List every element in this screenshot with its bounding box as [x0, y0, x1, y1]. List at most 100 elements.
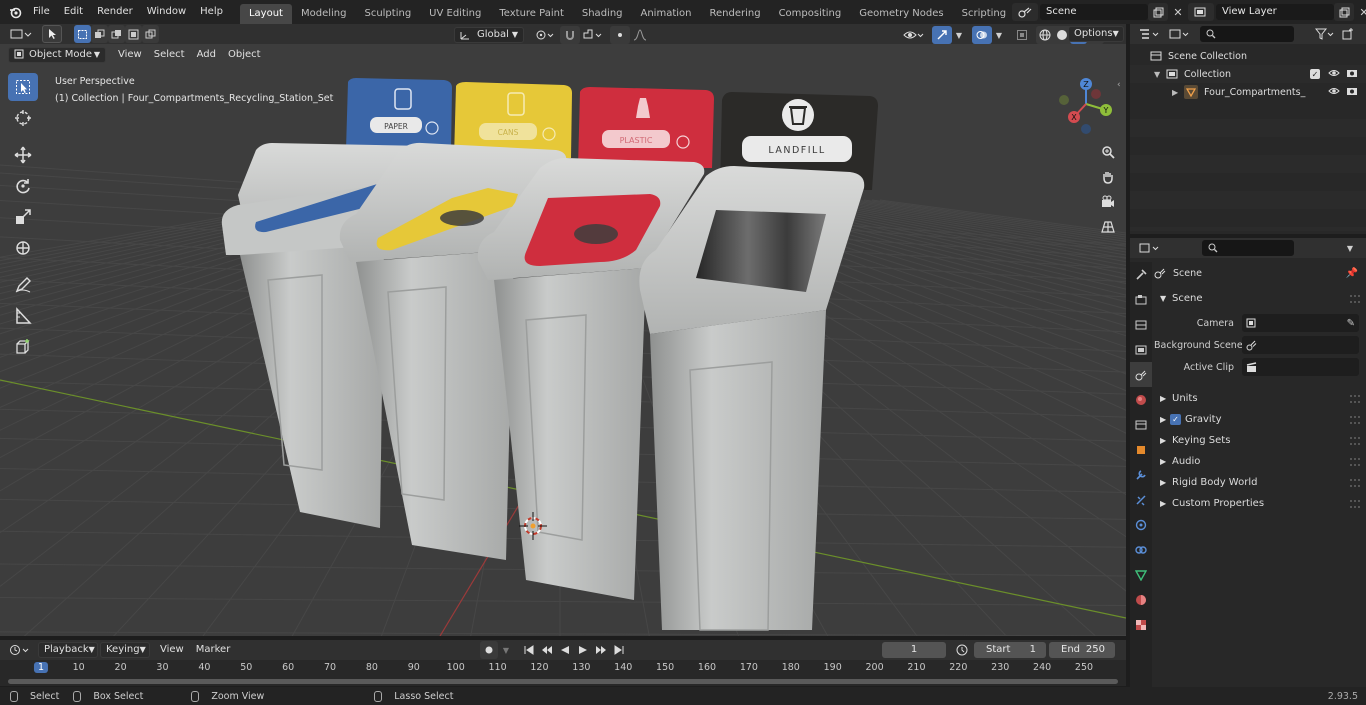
rotate-tool[interactable]: [8, 172, 38, 200]
timeline-menu-marker[interactable]: Marker: [190, 642, 237, 658]
scene-name-field[interactable]: Scene: [1040, 4, 1148, 20]
custom-properties-panel-header[interactable]: ▶ Custom Properties: [1154, 493, 1366, 514]
particles-tab-icon[interactable]: [1130, 487, 1152, 512]
transform-orientation-dropdown[interactable]: Global ▼: [454, 27, 524, 43]
constraints-tab-icon[interactable]: [1130, 537, 1152, 562]
menu-edit[interactable]: Edit: [57, 2, 90, 22]
snap-target-icon[interactable]: [580, 26, 606, 44]
drag-handle-icon[interactable]: [1350, 499, 1360, 508]
jump-keyframe-forward-icon[interactable]: [592, 641, 610, 659]
zoom-icon[interactable]: [1097, 141, 1119, 163]
scale-tool[interactable]: [8, 203, 38, 231]
cursor-tool[interactable]: [8, 104, 38, 132]
tab-shading[interactable]: Shading: [573, 4, 632, 24]
outliner-search-input[interactable]: [1200, 26, 1294, 42]
timeline-scrollbar[interactable]: [8, 679, 1118, 684]
overlays-toggle-icon[interactable]: [972, 26, 992, 44]
new-view-layer-icon[interactable]: [1334, 3, 1354, 21]
select-subtract-icon[interactable]: [108, 25, 125, 43]
snap-icon[interactable]: [560, 26, 580, 44]
object-mode-dropdown[interactable]: Object Mode ▼: [8, 46, 106, 63]
tab-geometry-nodes[interactable]: Geometry Nodes: [850, 4, 952, 24]
current-frame-field[interactable]: 1: [882, 642, 946, 658]
scene-tab-icon[interactable]: [1130, 362, 1152, 387]
jump-start-icon[interactable]: [520, 641, 538, 659]
drag-handle-icon[interactable]: [1350, 415, 1360, 424]
gizmo-options-icon[interactable]: ▼: [952, 26, 966, 44]
texture-tab-icon[interactable]: [1130, 612, 1152, 637]
select-new-icon[interactable]: [74, 25, 91, 43]
move-tool[interactable]: [8, 141, 38, 169]
pin-icon[interactable]: 📌: [1346, 268, 1358, 279]
menu-window[interactable]: Window: [140, 2, 193, 22]
auto-key-options-icon[interactable]: ▼: [499, 641, 513, 659]
units-panel-header[interactable]: ▶ Units: [1154, 388, 1366, 409]
gravity-panel-header[interactable]: ▶ ✓ Gravity: [1154, 409, 1366, 430]
drag-handle-icon[interactable]: [1350, 394, 1360, 403]
timeline-menu-view[interactable]: View: [154, 642, 190, 658]
render-tab-icon[interactable]: [1130, 287, 1152, 312]
outliner-editor-type-icon[interactable]: [1136, 25, 1164, 43]
data-tab-icon[interactable]: [1130, 562, 1152, 587]
xray-toggle-icon[interactable]: [1012, 26, 1032, 44]
select-invert-icon[interactable]: [125, 25, 142, 43]
exclude-checkbox-icon[interactable]: ✓: [1310, 69, 1320, 79]
active-clip-field[interactable]: [1242, 358, 1359, 376]
viewport-menu-add[interactable]: Add: [191, 47, 222, 63]
jump-end-icon[interactable]: [610, 641, 628, 659]
wireframe-shading-icon[interactable]: [1036, 26, 1053, 44]
pivot-point-icon[interactable]: [532, 26, 558, 44]
tab-uv-editing[interactable]: UV Editing: [420, 4, 490, 24]
display-mode-icon[interactable]: [1166, 25, 1194, 43]
visibility-eye-icon[interactable]: [1328, 86, 1340, 99]
tab-texture-paint[interactable]: Texture Paint: [490, 4, 573, 24]
options-dropdown[interactable]: Options ▼: [1068, 26, 1124, 42]
render-camera-icon[interactable]: [1346, 86, 1358, 99]
proportional-edit-icon[interactable]: [610, 26, 630, 44]
menu-render[interactable]: Render: [90, 2, 140, 22]
viewport-menu-select[interactable]: Select: [148, 47, 191, 63]
background-scene-field[interactable]: [1242, 336, 1359, 354]
transform-tool[interactable]: [8, 234, 38, 262]
collection-tab-icon[interactable]: [1130, 412, 1152, 437]
end-frame-field[interactable]: End 250: [1049, 642, 1115, 658]
camera-view-icon[interactable]: [1097, 191, 1119, 213]
gravity-checkbox[interactable]: ✓: [1170, 414, 1181, 425]
overlays-options-icon[interactable]: ▼: [992, 26, 1006, 44]
tab-animation[interactable]: Animation: [632, 4, 701, 24]
navigation-gizmo[interactable]: Z Y X: [1052, 74, 1116, 138]
start-frame-field[interactable]: Start 1: [974, 642, 1046, 658]
camera-field[interactable]: ✎: [1242, 314, 1359, 332]
visibility-icon[interactable]: [900, 26, 928, 44]
drag-handle-icon[interactable]: [1350, 478, 1360, 487]
world-tab-icon[interactable]: [1130, 387, 1152, 412]
scene-browse-icon[interactable]: [1012, 3, 1038, 21]
add-cube-tool[interactable]: [8, 333, 38, 361]
properties-options-icon[interactable]: ▼: [1340, 239, 1360, 257]
new-collection-icon[interactable]: [1338, 25, 1358, 43]
perspective-toggle-icon[interactable]: [1097, 216, 1119, 238]
material-tab-icon[interactable]: [1130, 587, 1152, 612]
tool-tab-icon[interactable]: [1130, 262, 1152, 287]
keying-sets-panel-header[interactable]: ▶ Keying Sets: [1154, 430, 1366, 451]
sidebar-toggle-icon[interactable]: ‹: [1117, 80, 1121, 90]
drag-handle-icon[interactable]: [1350, 436, 1360, 445]
drag-handle-icon[interactable]: [1350, 457, 1360, 466]
viewport-menu-object[interactable]: Object: [222, 47, 267, 63]
scene-panel-header[interactable]: ▼ Scene: [1154, 288, 1366, 309]
tab-rendering[interactable]: Rendering: [700, 4, 769, 24]
tab-layout[interactable]: Layout: [239, 4, 292, 24]
tab-sculpting[interactable]: Sculpting: [355, 4, 420, 24]
expand-arrow-icon[interactable]: ▼: [1154, 70, 1166, 79]
rigid-body-world-panel-header[interactable]: ▶ Rigid Body World: [1154, 472, 1366, 493]
output-tab-icon[interactable]: [1130, 312, 1152, 337]
select-mode-icon[interactable]: [42, 25, 62, 43]
viewport-menu-view[interactable]: View: [112, 47, 148, 63]
modifier-tab-icon[interactable]: [1130, 462, 1152, 487]
menu-file[interactable]: File: [26, 2, 57, 22]
new-scene-icon[interactable]: [1148, 3, 1168, 21]
properties-editor-type-icon[interactable]: [1136, 239, 1164, 257]
render-camera-icon[interactable]: [1346, 68, 1358, 81]
proportional-falloff-icon[interactable]: [630, 26, 650, 44]
outliner-row-object[interactable]: ▶ Four_Compartments_Rec: [1130, 83, 1366, 101]
